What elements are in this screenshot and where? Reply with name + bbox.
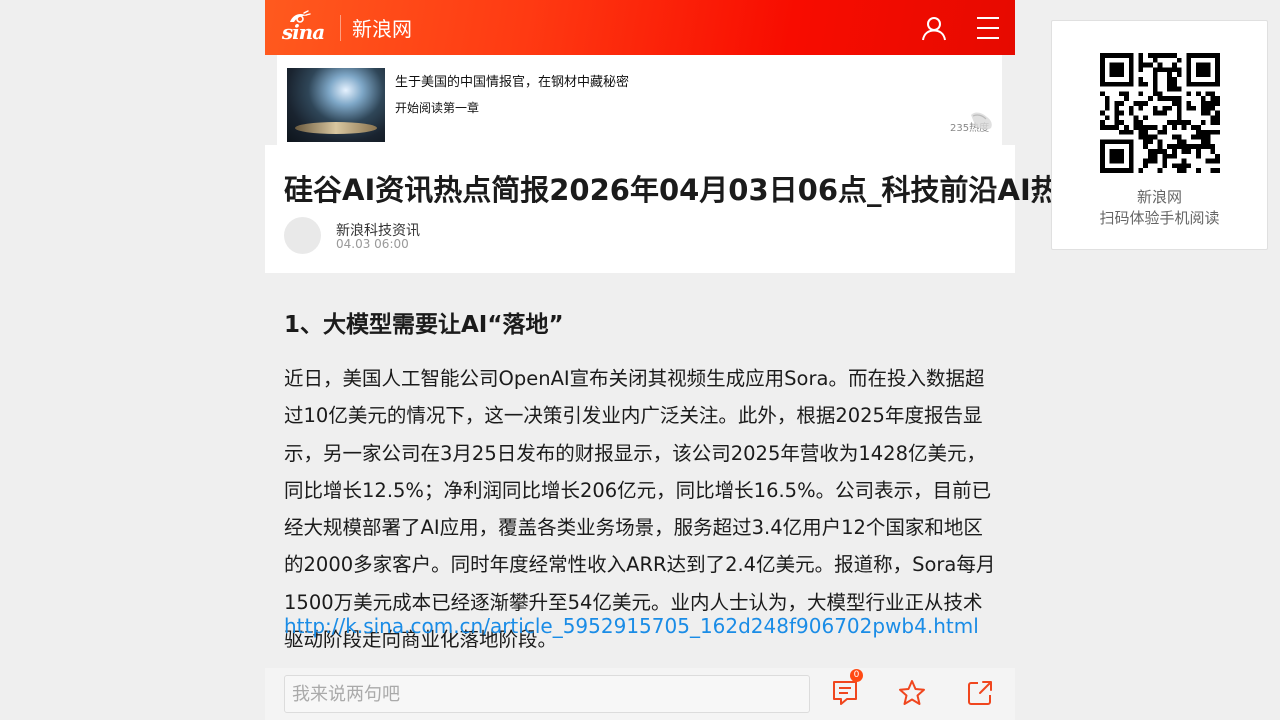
- comment-input[interactable]: [284, 675, 810, 713]
- bottom-action-bar: 0: [265, 668, 1015, 720]
- ad-thumbnail[interactable]: [287, 68, 385, 142]
- qr-caption-title: 新浪网: [1136, 188, 1182, 206]
- menu-icon[interactable]: [975, 15, 1001, 41]
- top-header: sina 新浪网: [265, 0, 1015, 55]
- header-divider: [340, 14, 341, 41]
- qr-card: 新浪网 扫码体验手机阅读: [1051, 20, 1268, 250]
- ad-subtitle[interactable]: 开始阅读第一章: [395, 99, 479, 116]
- favorite-icon[interactable]: [898, 679, 926, 707]
- ad-banner[interactable]: 生于美国的中国情报官，在钢材中藏秘密 开始阅读第一章 235热度: [277, 55, 1002, 145]
- sina-logo[interactable]: sina: [277, 8, 329, 48]
- qr-caption-text: 扫码体验手机阅读: [1099, 209, 1220, 227]
- header-actions: [921, 0, 1001, 55]
- user-icon[interactable]: [921, 15, 947, 41]
- ad-title[interactable]: 生于美国的中国情报官，在钢材中藏秘密: [395, 71, 629, 90]
- section-heading: 1、大模型需要让AI“落地”: [284, 312, 564, 338]
- comments-icon[interactable]: [831, 679, 859, 707]
- share-icon[interactable]: [966, 679, 994, 707]
- site-title[interactable]: 新浪网: [352, 13, 412, 42]
- comment-count-badge: 0: [850, 669, 863, 682]
- sina-eye-icon: [290, 9, 311, 23]
- hand-pointer-icon: [971, 112, 992, 130]
- qr-code: [1100, 53, 1220, 173]
- source-link[interactable]: http://k.sina.com.cn/article_5952915705_…: [284, 608, 1000, 645]
- article-header: 硅谷AI资讯热点简报2026年04月03日06点_科技前沿AI热点速递 新浪科技…: [265, 145, 1147, 273]
- article-title: 硅谷AI资讯热点简报2026年04月03日06点_科技前沿AI热点速递: [284, 173, 1147, 207]
- author-avatar[interactable]: [284, 217, 321, 254]
- publish-date: 04.03 06:00: [336, 237, 409, 251]
- page: sina 新浪网 生于美国的中国情报官，在钢材中藏秘密 开始阅读第一章 235热…: [0, 0, 1280, 720]
